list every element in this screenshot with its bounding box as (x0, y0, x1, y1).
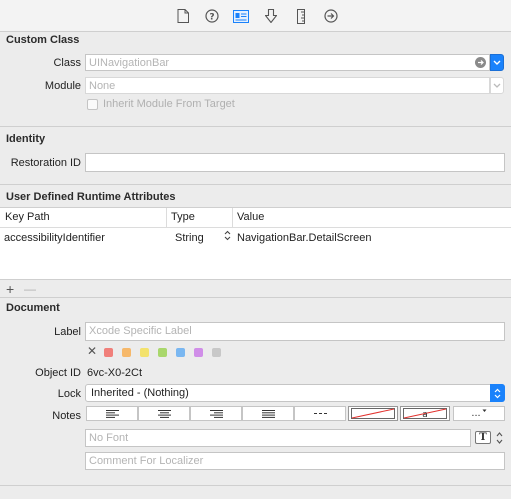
custom-class-section-title: Custom Class (6, 34, 80, 46)
label-label: Label (54, 326, 81, 338)
orange-label-swatch[interactable] (122, 348, 131, 357)
restoration-id-label: Restoration ID (10, 157, 81, 169)
connections-inspector-icon[interactable] (323, 8, 339, 24)
lock-value: Inherited - (Nothing) (91, 387, 189, 399)
font-field[interactable]: No Font (85, 429, 471, 447)
red-label-swatch[interactable] (104, 348, 113, 357)
quick-help-icon[interactable]: ? (204, 8, 220, 24)
align-right-icon (209, 409, 223, 418)
runtime-attributes-table: Key Path Type Value accessibilityIdentif… (0, 207, 511, 280)
more-options-label: ... (471, 407, 481, 419)
remove-attribute-button[interactable]: — (24, 282, 36, 296)
background-color-button[interactable]: a (400, 406, 450, 421)
file-inspector-icon[interactable] (175, 8, 191, 24)
module-dropdown-button[interactable] (490, 77, 504, 94)
font-picker-icon[interactable]: T (475, 431, 491, 444)
lock-label: Lock (57, 388, 81, 400)
svg-text:a: a (422, 410, 428, 419)
row-type[interactable]: String (175, 232, 204, 244)
row-value[interactable]: NavigationBar.DetailScreen (237, 232, 372, 244)
yellow-label-swatch[interactable] (140, 348, 149, 357)
identity-section-title: Identity (6, 133, 46, 145)
lock-popup[interactable]: Inherited - (Nothing) (85, 384, 505, 402)
document-section-title: Document (6, 302, 60, 314)
blue-label-swatch[interactable] (176, 348, 185, 357)
class-dropdown-button[interactable] (490, 54, 504, 71)
identity-inspector-icon[interactable] (233, 8, 249, 24)
attributes-inspector-icon[interactable] (263, 8, 279, 24)
header-divider (0, 227, 511, 228)
size-inspector-icon[interactable] (293, 8, 309, 24)
object-id-value: 6vc-X0-2Ct (87, 367, 143, 379)
row-key-path[interactable]: accessibilityIdentifier (4, 232, 105, 244)
align-natural-button[interactable] (294, 406, 346, 421)
object-id-label: Object ID (35, 367, 81, 379)
no-color-swatch-icon (351, 408, 395, 419)
xcode-label-field[interactable]: Xcode Specific Label (85, 322, 505, 341)
font-size-stepper[interactable] (495, 430, 504, 446)
align-justify-button[interactable] (242, 406, 294, 421)
align-right-button[interactable] (190, 406, 242, 421)
align-justify-icon (261, 409, 275, 418)
inherit-module-checkbox[interactable] (87, 99, 98, 110)
align-left-button[interactable] (86, 406, 138, 421)
type-stepper-icon[interactable] (224, 230, 231, 242)
divider (0, 184, 511, 185)
column-header-key-path[interactable]: Key Path (5, 208, 50, 227)
runtime-attributes-section-title: User Defined Runtime Attributes (6, 191, 176, 203)
align-left-icon (105, 409, 119, 418)
stepper-arrows-icon (496, 432, 503, 444)
divider (0, 485, 511, 486)
svg-text:?: ? (209, 13, 214, 23)
more-options-arrow-icon (482, 409, 487, 412)
clear-color-label-icon[interactable]: ✕ (87, 345, 97, 357)
module-label: Module (44, 80, 81, 92)
divider (0, 297, 511, 298)
gray-label-swatch[interactable] (212, 348, 221, 357)
align-center-button[interactable] (138, 406, 190, 421)
no-background-swatch-icon: a (403, 408, 447, 419)
notes-label: Notes (52, 410, 81, 422)
green-label-swatch[interactable] (158, 348, 167, 357)
divider (0, 126, 511, 127)
class-label: Class (53, 57, 81, 69)
column-separator (166, 208, 167, 227)
purple-label-swatch[interactable] (194, 348, 203, 357)
align-center-icon (157, 409, 171, 418)
column-header-type[interactable]: Type (171, 208, 195, 227)
comment-for-localizer-field[interactable]: Comment For Localizer (85, 452, 505, 470)
class-field[interactable]: UINavigationBar (85, 54, 490, 71)
more-options-button[interactable]: ... (453, 406, 505, 421)
restoration-id-field[interactable] (85, 153, 505, 172)
text-color-button[interactable] (348, 406, 398, 421)
goto-class-icon[interactable] (475, 57, 486, 68)
align-natural-icon (313, 413, 327, 414)
lock-popup-arrows-icon (490, 384, 505, 402)
module-field[interactable]: None (85, 77, 490, 94)
inherit-module-label: Inherit Module From Target (103, 98, 235, 110)
column-header-value[interactable]: Value (237, 208, 264, 227)
add-attribute-button[interactable]: + (6, 282, 14, 296)
inspector-toolbar: ? (0, 0, 511, 32)
column-separator (232, 208, 233, 227)
